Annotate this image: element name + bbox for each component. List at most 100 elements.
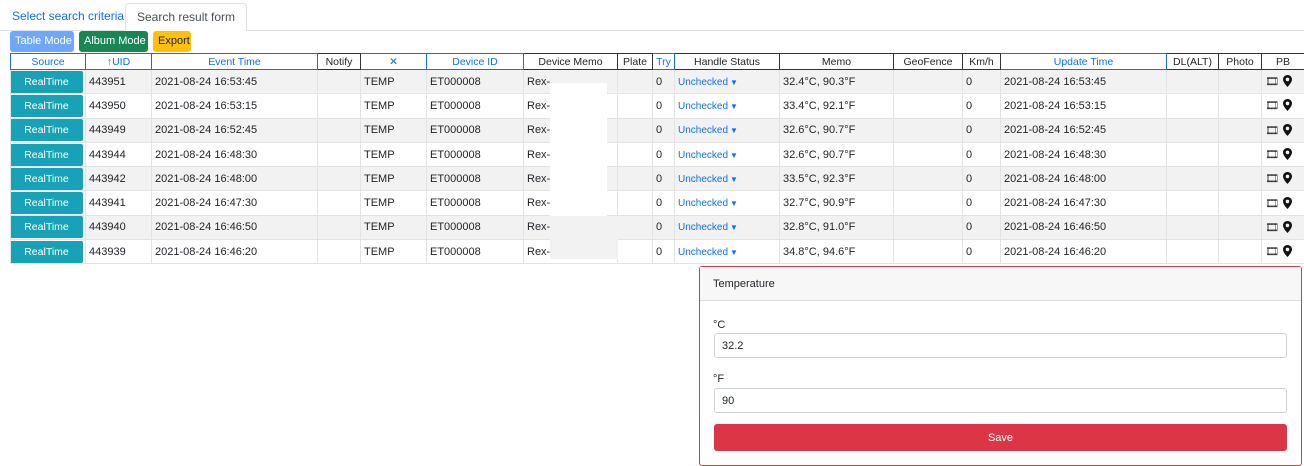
realtime-button[interactable]: RealTime <box>11 119 84 141</box>
cell-memo: 33.5°C, 92.3°F <box>780 167 894 191</box>
redaction-block <box>550 83 607 216</box>
cell-update-time: 2021-08-24 16:53:45 <box>1001 70 1167 94</box>
cell-event-time: 2021-08-24 16:48:00 <box>152 167 318 191</box>
realtime-button[interactable]: RealTime <box>11 168 84 190</box>
handle-status-dropdown[interactable]: Unchecked▼ <box>678 222 738 233</box>
results-table: Source ↑UID Event Time Notify ✕ Device I… <box>10 53 1304 264</box>
column-header-update-time[interactable]: Update Time <box>1001 54 1167 70</box>
realtime-button[interactable]: RealTime <box>11 95 84 117</box>
panel-title: Temperature <box>700 267 1301 301</box>
table-mode-button[interactable]: Table Mode <box>10 31 74 52</box>
handle-status-label: Unchecked <box>678 150 728 161</box>
column-header-pb: PB <box>1262 54 1304 70</box>
column-header-device-memo: Device Memo <box>524 54 618 70</box>
cell-notify <box>318 142 361 166</box>
film-icon[interactable]: 🎞 <box>1265 197 1280 210</box>
film-icon[interactable]: 🎞 <box>1265 221 1280 234</box>
handle-status-dropdown[interactable]: Unchecked▼ <box>678 150 738 161</box>
realtime-button[interactable]: RealTime <box>11 192 84 214</box>
cell-dl-alt <box>1167 215 1219 239</box>
cell-uid: 443950 <box>86 94 152 118</box>
realtime-button[interactable]: RealTime <box>11 216 84 238</box>
map-marker-icon[interactable] <box>1280 149 1292 161</box>
film-icon[interactable]: 🎞 <box>1265 172 1280 185</box>
column-header-source[interactable]: Source <box>11 54 86 70</box>
cell-plate <box>618 118 653 142</box>
cell-kmh: 0 <box>963 118 1001 142</box>
cell-source: RealTime <box>11 167 86 191</box>
cell-photo <box>1219 94 1262 118</box>
result-tabs: Select search criteria Search result for… <box>0 0 1304 31</box>
cell-update-time: 2021-08-24 16:46:20 <box>1001 240 1167 264</box>
table-row[interactable]: RealTime4439442021-08-24 16:48:30TEMPET0… <box>11 142 1304 166</box>
tab-search-result-form[interactable]: Search result form <box>125 3 247 31</box>
realtime-button[interactable]: RealTime <box>11 71 84 93</box>
map-marker-icon[interactable] <box>1280 76 1292 88</box>
album-mode-button[interactable]: Album Mode <box>79 31 148 52</box>
handle-status-dropdown[interactable]: Unchecked▼ <box>678 77 738 88</box>
handle-status-label: Unchecked <box>678 77 728 88</box>
column-header-uid[interactable]: ↑UID <box>86 54 152 70</box>
film-icon[interactable]: 🎞 <box>1265 148 1280 161</box>
cell-plate <box>618 191 653 215</box>
map-marker-icon[interactable] <box>1280 173 1292 185</box>
cell-event-time: 2021-08-24 16:47:30 <box>152 191 318 215</box>
table-row[interactable]: RealTime4439402021-08-24 16:46:50TEMPET0… <box>11 215 1304 239</box>
clear-filter-icon[interactable]: ✕ <box>389 56 398 68</box>
table-row[interactable]: RealTime4439392021-08-24 16:46:20TEMPET0… <box>11 240 1304 264</box>
table-row[interactable]: RealTime4439412021-08-24 16:47:30TEMPET0… <box>11 191 1304 215</box>
map-marker-icon[interactable] <box>1280 222 1292 234</box>
cell-uid: 443949 <box>86 118 152 142</box>
cell-uid: 443941 <box>86 191 152 215</box>
map-marker-icon[interactable] <box>1280 125 1292 137</box>
table-row[interactable]: RealTime4439492021-08-24 16:52:45TEMPET0… <box>11 118 1304 142</box>
cell-source: RealTime <box>11 191 86 215</box>
film-icon[interactable]: 🎞 <box>1265 75 1280 88</box>
realtime-button[interactable]: RealTime <box>11 241 84 263</box>
realtime-button[interactable]: RealTime <box>11 144 84 166</box>
film-icon[interactable]: 🎞 <box>1265 245 1280 258</box>
celsius-input[interactable] <box>714 333 1287 358</box>
column-header-type[interactable]: ✕ <box>361 54 427 70</box>
handle-status-dropdown[interactable]: Unchecked▼ <box>678 198 738 209</box>
cell-notify <box>318 94 361 118</box>
fahrenheit-input[interactable] <box>714 388 1287 413</box>
cell-update-time: 2021-08-24 16:46:50 <box>1001 215 1167 239</box>
save-button[interactable]: Save <box>714 424 1287 451</box>
caret-down-icon: ▼ <box>730 151 738 160</box>
cell-photo <box>1219 191 1262 215</box>
cell-type: TEMP <box>361 215 427 239</box>
handle-status-dropdown[interactable]: Unchecked▼ <box>678 174 738 185</box>
table-row[interactable]: RealTime4439512021-08-24 16:53:45TEMPET0… <box>11 70 1304 94</box>
film-icon[interactable]: 🎞 <box>1265 124 1280 137</box>
column-header-device-id[interactable]: Device ID <box>427 54 524 70</box>
caret-down-icon: ▼ <box>730 126 738 135</box>
cell-plate <box>618 70 653 94</box>
table-row[interactable]: RealTime4439502021-08-24 16:53:15TEMPET0… <box>11 94 1304 118</box>
handle-status-dropdown[interactable]: Unchecked▼ <box>678 247 738 258</box>
column-header-try[interactable]: Try <box>653 54 675 70</box>
column-header-event-time[interactable]: Event Time <box>152 54 318 70</box>
handle-status-dropdown[interactable]: Unchecked▼ <box>678 125 738 136</box>
handle-status-dropdown[interactable]: Unchecked▼ <box>678 101 738 112</box>
cell-geofence <box>894 167 963 191</box>
cell-source: RealTime <box>11 94 86 118</box>
map-marker-icon[interactable] <box>1280 198 1292 210</box>
cell-geofence <box>894 142 963 166</box>
cell-update-time: 2021-08-24 16:47:30 <box>1001 191 1167 215</box>
column-header-plate: Plate <box>618 54 653 70</box>
cell-photo <box>1219 118 1262 142</box>
cell-device-id: ET000008 <box>427 167 524 191</box>
film-icon[interactable]: 🎞 <box>1265 99 1280 112</box>
handle-status-label: Unchecked <box>678 174 728 185</box>
tab-select-search-criteria[interactable]: Select search criteria <box>1 3 135 31</box>
map-marker-icon[interactable] <box>1280 100 1292 112</box>
cell-type: TEMP <box>361 94 427 118</box>
table-row[interactable]: RealTime4439422021-08-24 16:48:00TEMPET0… <box>11 167 1304 191</box>
cell-event-time: 2021-08-24 16:46:50 <box>152 215 318 239</box>
cell-notify <box>318 167 361 191</box>
map-marker-icon[interactable] <box>1280 246 1292 258</box>
cell-pb: 🎞 <box>1262 215 1304 239</box>
cell-handle-status: Unchecked▼ <box>675 142 780 166</box>
export-button[interactable]: Export <box>153 31 191 52</box>
